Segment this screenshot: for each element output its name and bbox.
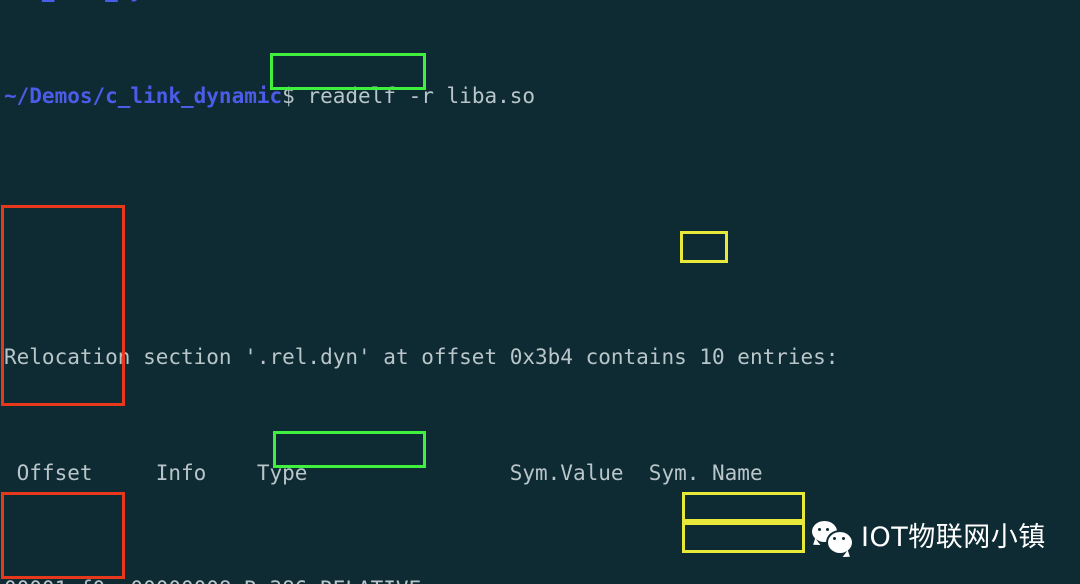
rel-dyn-section-header: Relocation section '.rel.dyn' at offset … [4, 343, 940, 372]
prompt-path: ~/Demos/c_link_dynamic [4, 84, 283, 108]
prompt-command: readelf -r liba.so [307, 84, 536, 108]
rel-dyn-header-suffix: at offset 0x3b4 contains 10 entries: [370, 345, 839, 369]
prompt-symbol: $ [282, 84, 295, 108]
rel-dyn-header-prefix: Relocation section [4, 345, 245, 369]
terminal-window: c_link_dynamic ~/Demos/c_link_dynamic$ r… [0, 0, 1080, 584]
prompt-command-spacer [295, 84, 308, 108]
rel-dyn-column-header: Offset Info Type Sym.Value Sym. Name [4, 461, 763, 485]
rel-dyn-section-name-text: '.rel.dyn' [244, 345, 371, 369]
terminal-text-area[interactable]: ~/Demos/c_link_dynamic$ readelf -r liba.… [4, 0, 940, 584]
wechat-logo-icon [812, 521, 854, 555]
watermark-text: IOT物联网小镇 [861, 521, 1046, 553]
table-row: 00001ef0 00000008 R_386_RELATIVE [4, 575, 940, 584]
prompt-line: ~/Demos/c_link_dynamic$ readelf -r liba.… [4, 82, 940, 111]
watermark: IOT物联网小镇 [812, 521, 1046, 555]
